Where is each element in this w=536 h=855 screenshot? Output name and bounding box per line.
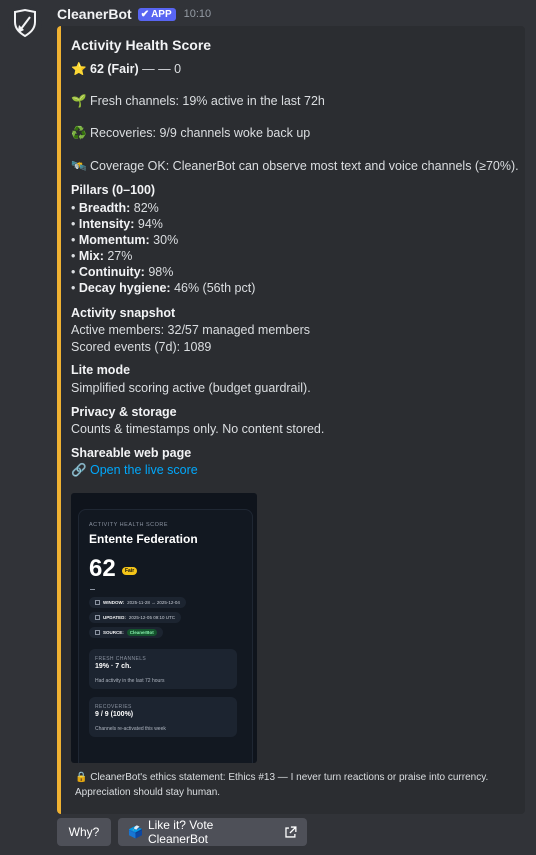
fresh-channels-line: 🌱 Fresh channels: 19% active in the last … <box>71 94 325 109</box>
preview-card: ACTIVITY HEALTH SCORE Entente Federation… <box>78 509 253 763</box>
preview-eyebrow: ACTIVITY HEALTH SCORE <box>89 522 169 528</box>
satellite-icon: 🛰️ <box>71 159 87 173</box>
vote-button-label: Like it? Vote CleanerBot <box>147 818 214 846</box>
preview-updated-value: 2025-12-05 09:10 UTC <box>128 615 175 620</box>
pillar-item: • Breadth: 82% <box>71 201 159 215</box>
preview-fresh-label: FRESH CHANNELS <box>95 656 147 662</box>
ballot-box-icon: 🗳️ <box>128 825 143 839</box>
pillars-heading: Pillars (0–100) <box>71 183 156 197</box>
source-icon <box>95 630 100 635</box>
ethics-statement: 🔒 CleanerBot's ethics statement: Ethics … <box>75 770 505 800</box>
pillar-value: 46% (56th pct) <box>174 281 256 295</box>
live-score-link[interactable]: Open the live score <box>90 463 198 477</box>
snapshot-heading: Activity snapshot <box>71 306 176 320</box>
preview-fair-badge: Fair <box>122 567 138 575</box>
score-trend: — — 0 <box>142 62 182 76</box>
pillar-name: Decay hygiene: <box>78 281 171 295</box>
privacy-heading: Privacy & storage <box>71 405 177 419</box>
message-header: CleanerBot ✔ APP 10:10 <box>57 6 211 22</box>
preview-recoveries-value: 9 / 9 (100%) <box>95 711 134 718</box>
recoveries-line: ♻️ Recoveries: 9/9 channels woke back up <box>71 126 310 141</box>
pillar-value: 94% <box>137 217 163 231</box>
seedling-icon: 🌱 <box>71 94 87 108</box>
clock-icon <box>95 615 100 620</box>
preview-window-pill: WINDOW: 2025-11-28 → 2025-12-04 <box>89 597 186 608</box>
message-timestamp[interactable]: 10:10 <box>184 8 212 20</box>
embed-title: Activity Health Score <box>71 37 212 53</box>
why-button-label: Why? <box>68 825 100 839</box>
pillar-item: • Mix: 27% <box>71 249 133 263</box>
preview-window-value: 2025-11-28 → 2025-12-04 <box>127 600 180 605</box>
preview-fresh-box: FRESH CHANNELS 19% · 7 ch. Had activity … <box>89 649 237 689</box>
lite-mode-text: Simplified scoring active (budget guardr… <box>71 381 311 395</box>
preview-source-pill: SOURCE: CleanerBot <box>89 627 163 638</box>
score-page-preview-image[interactable]: ACTIVITY HEALTH SCORE Entente Federation… <box>71 493 257 763</box>
external-link-icon <box>285 825 297 838</box>
pillar-value: 82% <box>133 201 159 215</box>
recycle-icon: ♻️ <box>71 126 87 140</box>
preview-trend-dash <box>90 589 95 590</box>
preview-source-label: SOURCE: <box>103 630 124 635</box>
bot-username[interactable]: CleanerBot <box>57 6 132 22</box>
preview-recoveries-box: RECOVERIES 9 / 9 (100%) Channels re-acti… <box>89 697 237 737</box>
score-line: ⭐ 62 (Fair) — — 0 <box>71 62 181 77</box>
pillar-name: Momentum: <box>78 233 150 247</box>
why-button[interactable]: Why? <box>57 818 111 846</box>
pillar-value: 27% <box>107 249 133 263</box>
bot-avatar[interactable] <box>8 6 42 40</box>
preview-updated-pill: UPDATED: 2025-12-05 09:10 UTC <box>89 612 181 623</box>
pillar-item: • Momentum: 30% <box>71 233 179 247</box>
pillar-name: Intensity: <box>78 217 135 231</box>
snapshot-events: Scored events (7d): 1089 <box>71 340 212 354</box>
snapshot-members: Active members: 32/57 managed members <box>71 323 310 337</box>
pillar-value: 30% <box>153 233 179 247</box>
calendar-icon <box>95 600 100 605</box>
check-icon: ✔ <box>140 8 150 20</box>
star-icon: ⭐ <box>71 62 87 76</box>
preview-recoveries-label: RECOVERIES <box>95 704 132 710</box>
fresh-channels-text: Fresh channels: 19% active in the last 7… <box>90 94 325 108</box>
share-heading: Shareable web page <box>71 446 192 460</box>
share-line: 🔗 Open the live score <box>71 463 198 478</box>
pillar-item: • Decay hygiene: 46% (56th pct) <box>71 281 256 295</box>
preview-source-value: CleanerBot <box>126 629 157 636</box>
pillar-item: • Continuity: 98% <box>71 265 174 279</box>
coverage-text: Coverage OK: CleanerBot can observe most… <box>90 159 519 173</box>
pillar-name: Breadth: <box>78 201 131 215</box>
preview-fresh-desc: Had activity in the last 72 hours <box>95 678 165 684</box>
preview-updated-label: UPDATED: <box>103 615 126 620</box>
app-badge: ✔ APP <box>137 7 176 21</box>
pillar-value: 98% <box>148 265 174 279</box>
ethics-text: CleanerBot's ethics statement: Ethics #1… <box>75 772 489 798</box>
preview-fresh-value: 19% · 7 ch. <box>95 663 132 670</box>
broom-shield-icon <box>14 8 36 38</box>
preview-score: 62 <box>89 555 116 582</box>
link-icon: 🔗 <box>71 463 87 477</box>
pillar-item: • Intensity: 94% <box>71 217 163 231</box>
preview-server-name: Entente Federation <box>89 532 198 546</box>
coverage-line: 🛰️ Coverage OK: CleanerBot can observe mo… <box>71 159 519 174</box>
vote-button[interactable]: 🗳️ Like it? Vote CleanerBot <box>118 818 307 846</box>
pillar-name: Mix: <box>78 249 104 263</box>
preview-recoveries-desc: Channels re-activated this week <box>95 726 166 732</box>
lite-mode-heading: Lite mode <box>71 363 131 377</box>
recoveries-text: Recoveries: 9/9 channels woke back up <box>90 126 311 140</box>
preview-window-label: WINDOW: <box>103 600 125 605</box>
pillar-name: Continuity: <box>78 265 145 279</box>
privacy-text: Counts & timestamps only. No content sto… <box>71 422 325 436</box>
score-value: 62 (Fair) <box>90 62 139 76</box>
health-score-embed: Activity Health Score ⭐ 62 (Fair) — — 0 🌱… <box>57 26 525 814</box>
lock-icon: 🔒 <box>75 772 88 783</box>
app-badge-label: APP <box>151 8 172 20</box>
